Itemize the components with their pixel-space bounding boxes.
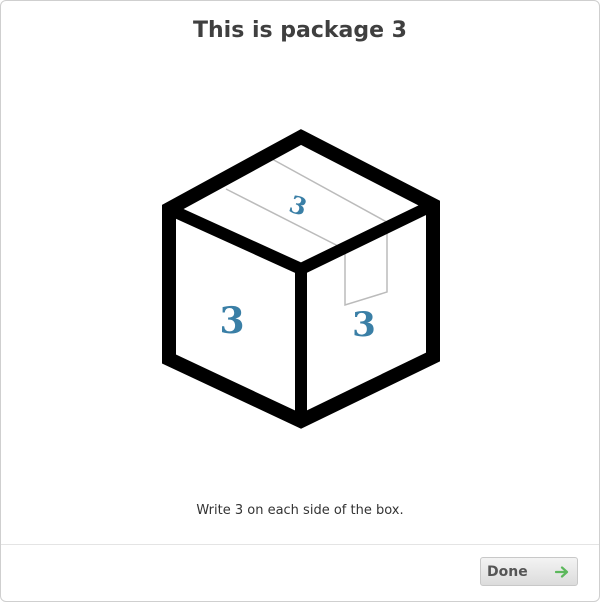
page-title: This is package 3 <box>192 18 407 43</box>
done-button[interactable]: Done <box>480 557 578 586</box>
done-button-label: Done <box>487 563 528 580</box>
box-left-number: 3 <box>219 300 244 342</box>
instruction-text: Write 3 on each side of the box. <box>196 503 404 518</box>
package-box-illustration: 3 3 3 <box>161 129 441 434</box>
box-right-number: 3 <box>352 305 376 345</box>
arrow-right-icon <box>555 565 569 578</box>
package-dialog: This is package 3 3 3 3 Write 3 on each … <box>0 0 600 602</box>
package-box-svg: 3 3 3 <box>162 129 440 429</box>
footer-divider <box>1 544 599 545</box>
